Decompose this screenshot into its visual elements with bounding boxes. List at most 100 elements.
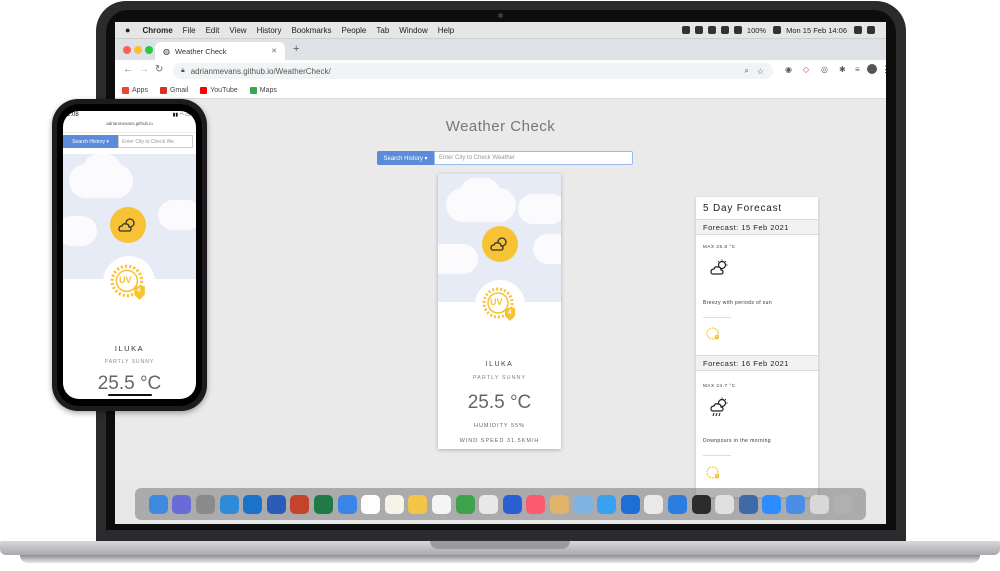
window-close-button[interactable] [123,46,131,54]
dock-app-icon[interactable] [715,494,735,514]
dock-app-icon[interactable] [738,494,758,514]
extension-icon[interactable]: ◉ [785,65,792,74]
menu-kebab-icon[interactable]: ⋮ [881,64,886,75]
chrome-toolbar: ← → ↻ 🔒︎ adrianmevans.github.io/WeatherC… [115,60,886,82]
menu-bookmarks[interactable]: Bookmarks [291,26,331,35]
zoom-icon[interactable]: ⌕ [745,66,749,76]
search-icon[interactable] [854,26,862,34]
globe-icon: ◍ [163,46,170,56]
battery-percent[interactable]: 100% [747,26,766,35]
bookmark-label: Maps [259,86,277,94]
dock-app-icon[interactable] [148,494,168,514]
dock-app-icon[interactable] [549,494,569,514]
search-history-button[interactable]: Search History ▾ [377,151,434,165]
city-name: ILUKA [485,361,514,368]
bookmark-youtube[interactable]: YouTube [200,86,238,94]
cloud-icon [63,216,97,246]
dock-app-icon[interactable] [785,494,805,514]
cloud-status-icon[interactable] [707,26,716,34]
bookmarks-bar: Apps Gmail YouTube Maps [115,82,886,99]
dock-app-icon[interactable] [762,494,782,514]
mac-dock [135,488,866,520]
tab-weather-check[interactable]: ◍ Weather Check ✕ [155,42,285,60]
profile-avatar-icon[interactable] [867,64,877,74]
dock-app-icon[interactable] [620,494,640,514]
reading-list-icon[interactable]: ≡ [855,65,860,74]
menu-file[interactable]: File [183,26,196,35]
dock-app-icon[interactable] [597,494,617,514]
back-icon[interactable]: ← [123,64,133,75]
menu-app-name[interactable]: Chrome [142,26,172,35]
dropbox-status-icon[interactable] [694,26,703,34]
close-icon[interactable]: ✕ [271,47,277,55]
status-app-icon[interactable] [681,26,690,34]
cloud-icon [460,178,500,208]
menu-tab[interactable]: Tab [376,26,389,35]
dock-app-icon[interactable] [337,494,357,514]
uv-index-value: 4 [716,473,718,477]
dock-app-icon[interactable] [196,494,216,514]
dock-app-icon[interactable] [691,494,711,514]
apple-menu-icon[interactable]: ● [125,25,130,35]
dock-app-icon[interactable] [432,494,452,514]
bookmark-gmail[interactable]: Gmail [159,86,189,94]
phone-city-search-input[interactable]: Enter City to Check We [118,135,193,148]
reload-icon[interactable]: ↻ [155,64,163,75]
bookmark-maps[interactable]: Maps [249,86,277,94]
bookmark-label: YouTube [210,86,238,94]
window-zoom-button[interactable] [145,46,153,54]
dock-app-icon[interactable] [479,494,499,514]
dock-app-icon[interactable] [455,494,475,514]
dock-app-icon[interactable] [809,494,829,514]
dock-app-icon[interactable] [573,494,593,514]
volume-icon[interactable] [733,26,742,34]
dock-app-icon[interactable] [266,494,286,514]
menu-history[interactable]: History [257,26,282,35]
menu-window[interactable]: Window [399,26,427,35]
dock-app-icon[interactable] [243,494,263,514]
dock-app-icon[interactable] [526,494,546,514]
control-center-icon[interactable] [867,26,875,34]
dock-app-icon[interactable] [361,494,381,514]
new-tab-button[interactable]: + [293,43,299,55]
address-bar[interactable]: 🔒︎ adrianmevans.github.io/WeatherCheck/ … [173,63,773,79]
uv-index-icon: 4 [706,327,720,341]
dock-app-icon[interactable] [644,494,664,514]
puzzle-icon[interactable]: ✱ [839,65,846,74]
battery-icon[interactable] [773,26,782,34]
bookmark-apps[interactable]: Apps [122,86,148,94]
wind-speed-value: WIND SPEED 31.5KM/H [459,438,540,444]
dock-app-icon[interactable] [502,494,522,514]
dock-app-icon[interactable] [219,494,239,514]
dock-app-icon[interactable] [314,494,334,514]
phone-search-history-button[interactable]: Search History ▾ [63,135,118,148]
dock-app-icon[interactable] [384,494,404,514]
extension-icon[interactable]: ◎ [821,65,828,74]
phone-url-text: adrianmevans.github.io [106,121,153,126]
dock-app-icon[interactable] [833,494,853,514]
chrome-tabstrip: ◍ Weather Check ✕ + [115,39,886,60]
gmail-icon [159,86,167,94]
menu-view[interactable]: View [229,26,246,35]
menubar-clock[interactable]: Mon 15 Feb 14:06 [786,26,847,35]
menu-edit[interactable]: Edit [206,26,220,35]
dock-app-icon[interactable] [290,494,310,514]
menu-people[interactable]: People [341,26,366,35]
window-minimize-button[interactable] [134,46,142,54]
bookmark-label: Gmail [169,86,189,94]
dock-app-icon[interactable] [408,494,428,514]
forward-icon[interactable]: → [139,64,149,75]
menu-help[interactable]: Help [438,26,454,35]
star-icon[interactable]: ☆ [757,67,764,76]
dock-app-icon[interactable] [172,494,192,514]
wifi-icon[interactable] [720,26,729,34]
phone-search-row: Search History ▾ Enter City to Check We [63,135,196,149]
mac-menubar: ● Chrome File Edit View History Bookmark… [115,22,886,39]
extension-icon[interactable]: ◇ [803,65,809,74]
dock-app-icon[interactable] [667,494,687,514]
laptop-notch [430,541,570,549]
phone-address-bar[interactable]: adrianmevans.github.io [63,121,196,133]
weather-card: UV 4 ILUKA PARTLY SUNNY 25.5 °C HUMIDITY… [438,174,561,449]
city-search-input[interactable]: Enter City to Check Weather [434,151,633,165]
tab-title: Weather Check [174,46,227,56]
